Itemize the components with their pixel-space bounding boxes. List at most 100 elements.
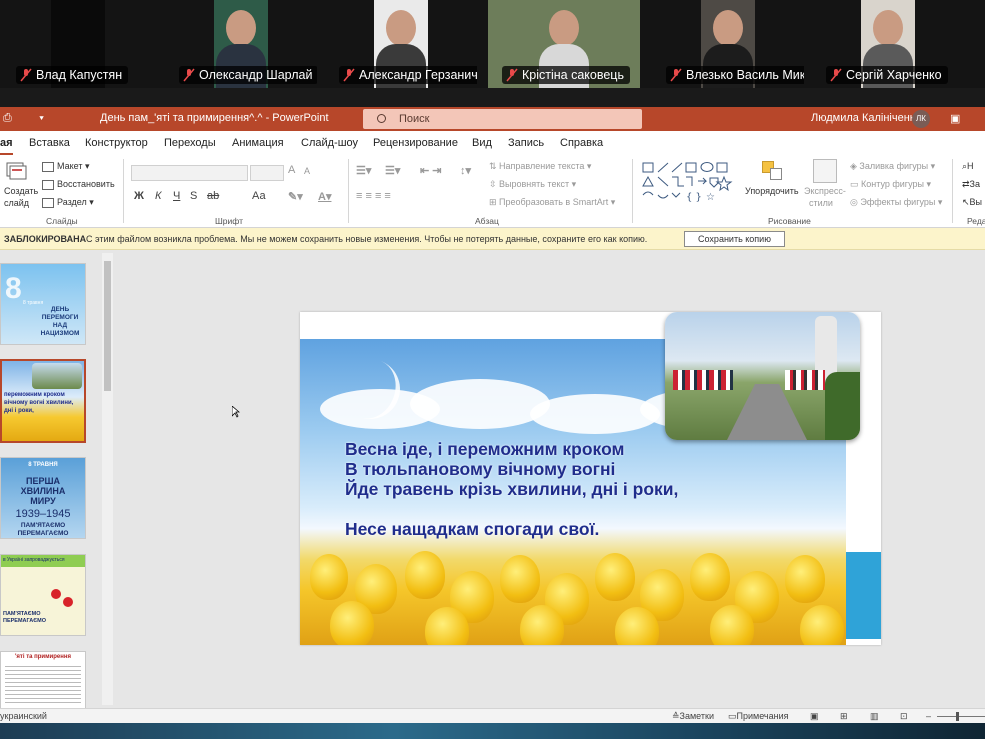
blocked-state: ЗАБЛОКИРОВАНА: [4, 234, 87, 244]
victory-day-number: 8: [5, 272, 22, 305]
shape-outline-button[interactable]: ▭ Контур фигуры ▾: [850, 179, 931, 190]
reset-button[interactable]: Восстановить: [42, 179, 115, 190]
tulip: [800, 605, 844, 645]
arrange-button[interactable]: Упорядочить: [745, 186, 799, 196]
scrollbar-thumb[interactable]: [104, 261, 111, 391]
slide-thumbnail-4[interactable]: в Україні запроваджується ПАМ'ЯТАЄМО ПЕР…: [0, 554, 86, 636]
bold-button[interactable]: Ж: [134, 190, 144, 202]
comments-button[interactable]: ▭Примечания: [728, 711, 788, 722]
underline-button[interactable]: Ч: [173, 190, 180, 202]
thumb-5-title: 'яті та примирення: [15, 654, 71, 660]
indent-icon[interactable]: ⇤ ⇥: [420, 164, 442, 177]
language-indicator[interactable]: украинский: [0, 711, 47, 721]
slide-thumbnail-2[interactable]: переможним кроком вічному вогні хвилини,…: [0, 359, 86, 443]
align-text-button[interactable]: ⇳ Выровнять текст ▾: [489, 179, 576, 190]
tab-review[interactable]: Рецензирование: [373, 137, 458, 149]
font-grow-button[interactable]: A: [288, 164, 295, 176]
participant-name-bar: Олександр Шарлай: [179, 66, 317, 84]
current-slide[interactable]: Весна іде, і переможним кроком В тюльпан…: [300, 312, 881, 645]
tab-slideshow[interactable]: Слайд-шоу: [301, 137, 358, 149]
zoom-slider[interactable]: [937, 716, 985, 717]
normal-view-icon[interactable]: ▣: [810, 711, 819, 722]
notes-button[interactable]: ≙Заметки: [672, 711, 714, 722]
new-slide-button[interactable]: Создать: [4, 186, 38, 196]
zoom-out-icon[interactable]: –: [926, 711, 931, 721]
thumb-5-body-text: [5, 666, 81, 706]
participant-tile[interactable]: Влезько Василь Мик...: [652, 0, 804, 88]
tab-animations[interactable]: Анимация: [232, 137, 284, 149]
memorial-photo[interactable]: [665, 312, 860, 440]
highlight-color-icon[interactable]: ✎▾: [288, 190, 303, 203]
participant-tile[interactable]: Крістіна саковець: [488, 0, 640, 88]
search-placeholder: Поиск: [399, 113, 430, 125]
tab-view[interactable]: Вид: [472, 137, 492, 149]
poem-text-box[interactable]: Весна іде, і переможним кроком В тюльпан…: [345, 439, 678, 539]
slide-thumbnail-5[interactable]: 'яті та примирення: [0, 651, 86, 711]
bullets-icon[interactable]: ☰▾: [356, 164, 371, 177]
new-slide-icon[interactable]: [6, 161, 30, 183]
italic-button[interactable]: К: [155, 190, 161, 202]
tab-help[interactable]: Справка: [560, 137, 603, 149]
memorial-path: [727, 384, 807, 440]
shadow-button[interactable]: S: [190, 190, 197, 202]
replace-button[interactable]: ⇄За: [962, 179, 980, 190]
font-group-label: Шрифт: [215, 216, 243, 226]
slide-thumbnail-1[interactable]: 8 ДЕНЬ ПЕРЕМОГИ НАД НАЦИЗМОМ 8 травня: [0, 263, 86, 345]
line-spacing-icon[interactable]: ↕▾: [460, 164, 471, 177]
tulip: [785, 555, 825, 603]
poem-line-3: Йде травень крізь хвилини, дні і роки,: [345, 479, 679, 499]
tab-record[interactable]: Запись: [508, 137, 544, 149]
find-button[interactable]: ⌕Н: [962, 161, 974, 172]
new-slide-label[interactable]: слайд: [4, 198, 29, 208]
tab-home[interactable]: ая: [0, 137, 13, 155]
shape-effects-button[interactable]: ◎ Эффекты фигуры ▾: [850, 197, 942, 208]
participant-tile[interactable]: Олександр Шарлай: [165, 0, 317, 88]
participant-name-bar: Крістіна саковець: [502, 66, 630, 84]
align-text-icon: ⇳: [489, 179, 500, 189]
font-shrink-button[interactable]: A: [304, 166, 310, 176]
tab-transitions[interactable]: Переходы: [164, 137, 216, 149]
participant-tile[interactable]: Влад Капустян: [2, 0, 154, 88]
thumb-3-footer: ПАМ'ЯТАЄМО ПЕРЕМАГАЄМО: [17, 522, 69, 537]
slideshow-view-icon[interactable]: ⊡: [900, 711, 908, 722]
tab-design[interactable]: Конструктор: [85, 137, 148, 149]
text-direction-button[interactable]: ⇅ Направление текста ▾: [489, 161, 591, 172]
align-icons[interactable]: ≡ ≡ ≡ ≡: [356, 190, 391, 202]
numbering-icon[interactable]: ☰▾: [385, 164, 400, 177]
avatar[interactable]: ЛК: [912, 110, 930, 128]
search-box[interactable]: Поиск: [363, 109, 642, 129]
change-case-button[interactable]: Аа: [252, 190, 266, 202]
zoom-slider-thumb[interactable]: [956, 712, 959, 721]
ribbon-display-icon[interactable]: ▣: [950, 112, 960, 125]
save-copy-button[interactable]: Сохранить копию: [684, 231, 785, 247]
slide-sorter-view-icon[interactable]: ⊞: [840, 711, 848, 722]
participant-tile[interactable]: Сергій Харченко: [812, 0, 964, 88]
quick-access-toolbar[interactable]: ⎙ ▾: [3, 112, 44, 125]
shape-fill-button[interactable]: ◈ Заливка фигуры ▾: [850, 161, 935, 172]
participant-name: Александр Герзанич: [359, 68, 477, 82]
convert-smartart-button[interactable]: ⊞ Преобразовать в SmartArt ▾: [489, 197, 615, 208]
mic-muted-icon: [830, 68, 842, 82]
thumbnails-scrollbar[interactable]: [102, 253, 113, 705]
powerpoint-title-bar: ⎙ ▾ День пам_'яті та примирення^.^ - Pow…: [0, 107, 985, 131]
outline-icon: ▭: [850, 179, 862, 189]
tab-insert[interactable]: Вставка: [29, 137, 70, 149]
font-color-icon[interactable]: A▾: [318, 190, 331, 203]
shapes-gallery-icon[interactable]: { } ☆: [640, 161, 740, 207]
quick-styles-button[interactable]: Экспресс-: [804, 186, 846, 196]
user-name[interactable]: Людмила Калініченко: [811, 112, 921, 124]
strikethrough-button[interactable]: ab: [207, 190, 219, 202]
status-bar: украинский ≙Заметки ▭Примечания ▣ ⊞ ▥ ⊡ …: [0, 708, 985, 723]
quick-styles-label[interactable]: стили: [809, 198, 833, 208]
select-button[interactable]: ↖Вы: [962, 197, 982, 208]
participant-name: Олександр Шарлай: [199, 68, 313, 82]
section-button[interactable]: Раздел ▾: [42, 197, 94, 208]
reading-view-icon[interactable]: ▥: [870, 711, 879, 722]
participant-tile[interactable]: Александр Герзанич: [325, 0, 477, 88]
reset-icon: [42, 179, 54, 190]
layout-button[interactable]: Макет ▾: [42, 161, 90, 172]
font-size-select[interactable]: [250, 165, 284, 181]
slide-thumbnail-3[interactable]: 8 ТРАВНЯ ПЕРША ХВИЛИНА МИРУ 1939–1945 ПА…: [0, 457, 86, 539]
slide-thumbnails-pane: 8 ДЕНЬ ПЕРЕМОГИ НАД НАЦИЗМОМ 8 травня пе…: [0, 250, 114, 711]
font-family-select[interactable]: [131, 165, 248, 181]
